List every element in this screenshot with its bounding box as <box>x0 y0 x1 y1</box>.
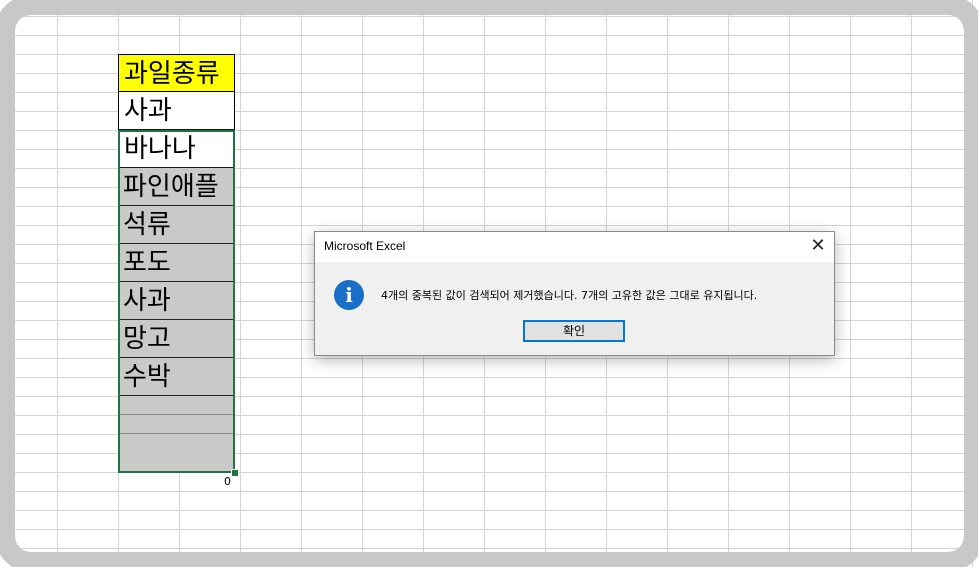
data-cell-7[interactable]: 망고 <box>118 320 235 358</box>
empty-cell-2[interactable] <box>118 415 235 434</box>
dialog-title: Microsoft Excel <box>324 239 406 253</box>
dialog-body: i 4개의 중복된 값이 검색되어 제거했습니다. 7개의 고유한 값은 그대로… <box>315 262 834 355</box>
data-cell-6[interactable]: 사과 <box>118 282 235 320</box>
fill-handle[interactable] <box>231 469 239 477</box>
data-cell-3[interactable]: 파인애플 <box>118 168 235 206</box>
data-cell-4[interactable]: 석류 <box>118 206 235 244</box>
data-cell-1[interactable]: 사과 <box>118 92 235 130</box>
ok-button[interactable]: 확인 <box>523 320 625 342</box>
empty-cell-3[interactable] <box>118 434 235 473</box>
empty-cell-1[interactable] <box>118 396 235 415</box>
info-icon: i <box>334 280 364 310</box>
dialog-titlebar: Microsoft Excel ✕ <box>315 232 834 262</box>
data-cell-8[interactable]: 수박 <box>118 358 235 396</box>
quick-analysis-label: 0 <box>224 475 231 488</box>
dialog-message: 4개의 중복된 값이 검색되어 제거했습니다. 7개의 고유한 값은 그대로 유… <box>381 289 758 302</box>
close-icon[interactable]: ✕ <box>802 232 834 262</box>
data-cell-2[interactable]: 바나나 <box>118 130 235 168</box>
data-cell-5[interactable]: 포도 <box>118 244 235 282</box>
header-cell[interactable]: 과일종류 <box>118 54 235 92</box>
message-dialog: Microsoft Excel ✕ i 4개의 중복된 값이 검색되어 제거했습… <box>314 231 835 356</box>
